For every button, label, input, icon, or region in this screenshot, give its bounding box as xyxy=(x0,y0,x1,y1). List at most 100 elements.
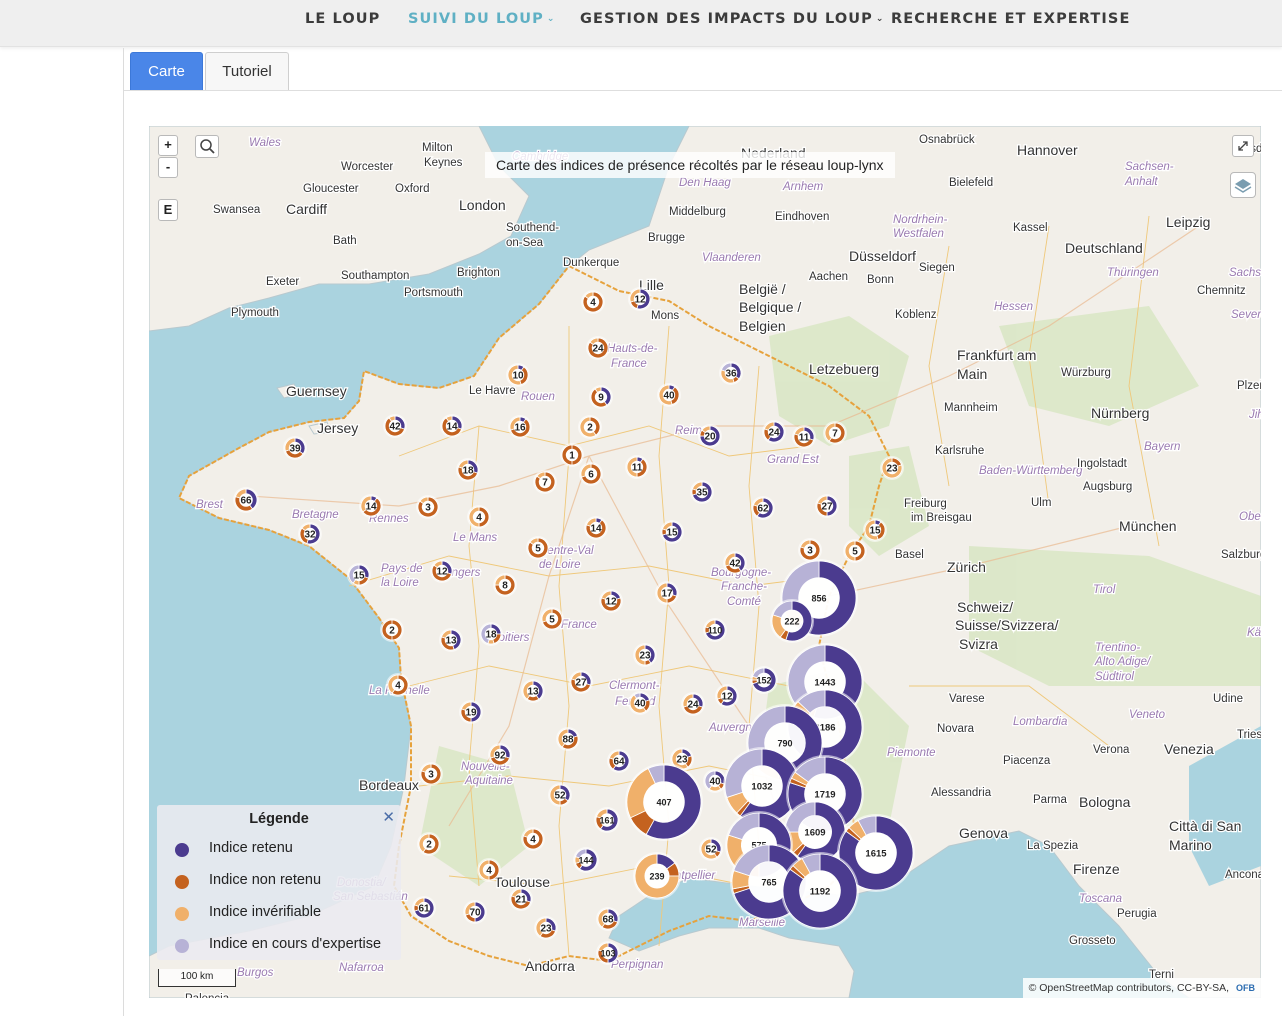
tab-tutoriel[interactable]: Tutoriel xyxy=(205,52,289,90)
cluster-marker[interactable]: 14 xyxy=(584,516,608,540)
cluster-marker[interactable]: 21 xyxy=(509,887,533,911)
cluster-marker[interactable]: 40 xyxy=(657,383,681,407)
place-label: La Spezia xyxy=(1027,840,1079,852)
cluster-marker[interactable]: 24 xyxy=(681,692,705,716)
cluster-count: 52 xyxy=(705,845,717,856)
cluster-marker[interactable]: 12 xyxy=(599,589,623,613)
cluster-marker[interactable]: 42 xyxy=(383,414,407,438)
cluster-count: 88 xyxy=(562,735,574,746)
cluster-marker[interactable]: 42 xyxy=(723,551,747,575)
cluster-marker[interactable]: 11 xyxy=(625,455,649,479)
cluster-marker[interactable]: 70 xyxy=(463,900,487,924)
cluster-marker[interactable]: 12 xyxy=(715,684,739,708)
cluster-marker[interactable]: 4 xyxy=(467,505,491,529)
cluster-marker[interactable]: 27 xyxy=(815,494,839,518)
cluster-marker[interactable]: 17 xyxy=(655,581,679,605)
cluster-marker[interactable]: 6 xyxy=(579,462,603,486)
cluster-marker[interactable]: 2 xyxy=(380,618,404,642)
cluster-marker[interactable]: 23 xyxy=(880,456,904,480)
cluster-marker[interactable]: 88 xyxy=(556,727,580,751)
place-label: Portsmouth xyxy=(404,287,463,299)
cluster-marker[interactable]: 11 xyxy=(792,425,816,449)
nav-recherche-expertise[interactable]: RECHERCHE ET EXPERTISE xyxy=(891,11,1130,27)
cluster-marker[interactable]: 18 xyxy=(456,458,480,482)
cluster-marker[interactable]: 222 xyxy=(770,599,814,643)
cluster-marker[interactable]: 8 xyxy=(493,573,517,597)
cluster-marker[interactable]: 2 xyxy=(417,832,441,856)
top-navigation: LE LOUP SUIVI DU LOUP ⌄ GESTION DES IMPAC… xyxy=(0,0,1282,47)
cluster-marker[interactable]: 20 xyxy=(698,424,722,448)
cluster-marker[interactable]: 144 xyxy=(573,847,599,873)
cluster-marker[interactable]: 239 xyxy=(633,852,681,900)
cluster-marker[interactable]: 66 xyxy=(233,487,259,513)
cluster-marker[interactable]: 103 xyxy=(596,941,620,965)
zoom-in-button[interactable]: + xyxy=(158,135,178,156)
cluster-marker[interactable]: 14 xyxy=(440,414,464,438)
cluster-marker[interactable]: 13 xyxy=(439,628,463,652)
cluster-marker[interactable]: 5 xyxy=(540,607,564,631)
cluster-marker[interactable]: 23 xyxy=(633,643,657,667)
cluster-marker[interactable]: 7 xyxy=(823,421,847,445)
nav-suivi-du-loup[interactable]: SUIVI DU LOUP ⌄ xyxy=(408,11,556,27)
cluster-marker[interactable]: 52 xyxy=(548,783,572,807)
layers-button[interactable] xyxy=(1230,172,1256,198)
edit-button[interactable]: E xyxy=(158,199,178,221)
cluster-marker[interactable]: 9 xyxy=(589,385,613,409)
cluster-marker[interactable]: 24 xyxy=(762,420,786,444)
search-button[interactable] xyxy=(195,135,219,158)
cluster-marker[interactable]: 5 xyxy=(843,539,867,563)
place-label: Severozápad xyxy=(1231,309,1261,321)
cluster-marker[interactable]: 64 xyxy=(607,749,631,773)
cluster-marker[interactable]: 12 xyxy=(628,287,652,311)
place-label: Bath xyxy=(333,235,357,247)
zoom-out-button[interactable]: - xyxy=(158,157,178,178)
cluster-marker[interactable]: 407 xyxy=(625,763,703,841)
cluster-marker[interactable]: 92 xyxy=(488,743,512,767)
cluster-marker[interactable]: 23 xyxy=(534,916,558,940)
tab-carte[interactable]: Carte xyxy=(130,52,203,91)
cluster-marker[interactable]: 3 xyxy=(419,762,443,786)
nav-gestion-impacts[interactable]: GESTION DES IMPACTS DU LOUP ⌄ xyxy=(580,11,885,27)
cluster-marker[interactable]: 35 xyxy=(690,480,714,504)
cluster-marker[interactable]: 39 xyxy=(283,436,307,460)
cluster-marker[interactable]: 161 xyxy=(594,807,620,833)
cluster-marker[interactable]: 61 xyxy=(412,896,436,920)
cluster-marker[interactable]: 110 xyxy=(703,618,727,642)
cluster-marker[interactable]: 14 xyxy=(359,494,383,518)
cluster-marker[interactable]: 1192 xyxy=(781,852,859,930)
cluster-marker[interactable]: 18 xyxy=(479,622,503,646)
cluster-marker[interactable]: 68 xyxy=(596,907,620,931)
cluster-marker[interactable]: 15 xyxy=(863,518,887,542)
cluster-marker[interactable]: 4 xyxy=(581,290,605,314)
close-icon[interactable]: ✕ xyxy=(382,808,395,826)
cluster-count: 24 xyxy=(592,344,604,355)
cluster-marker[interactable]: 10 xyxy=(506,363,530,387)
cluster-marker[interactable]: 40 xyxy=(628,691,652,715)
cluster-marker[interactable]: 24 xyxy=(586,336,610,360)
cluster-marker[interactable]: 152 xyxy=(750,666,778,694)
cluster-marker[interactable]: 1 xyxy=(560,443,584,467)
cluster-marker[interactable]: 4 xyxy=(521,827,545,851)
map-view[interactable]: WalesMiltonKeynesWorcesterCambridgeGlouc… xyxy=(149,126,1261,998)
cluster-marker[interactable]: 15 xyxy=(347,563,371,587)
cluster-marker[interactable]: 52 xyxy=(699,837,723,861)
cluster-marker[interactable]: 19 xyxy=(459,700,483,724)
cluster-marker[interactable]: 3 xyxy=(416,495,440,519)
cluster-marker[interactable]: 36 xyxy=(719,361,743,385)
cluster-marker[interactable]: 16 xyxy=(508,415,532,439)
place-label: Oberösterreich xyxy=(1239,511,1261,523)
nav-le-loup[interactable]: LE LOUP xyxy=(305,11,380,27)
cluster-marker[interactable]: 13 xyxy=(521,679,545,703)
fullscreen-button[interactable] xyxy=(1232,135,1254,157)
cluster-marker[interactable]: 4 xyxy=(386,673,410,697)
cluster-marker[interactable]: 15 xyxy=(660,520,684,544)
cluster-marker[interactable]: 3 xyxy=(798,538,822,562)
cluster-marker[interactable]: 62 xyxy=(751,496,775,520)
cluster-marker[interactable]: 4 xyxy=(477,858,501,882)
cluster-marker[interactable]: 12 xyxy=(430,559,454,583)
cluster-marker[interactable]: 5 xyxy=(526,536,550,560)
cluster-marker[interactable]: 2 xyxy=(578,415,602,439)
cluster-marker[interactable]: 32 xyxy=(298,522,322,546)
cluster-marker[interactable]: 7 xyxy=(533,470,557,494)
cluster-marker[interactable]: 27 xyxy=(569,670,593,694)
